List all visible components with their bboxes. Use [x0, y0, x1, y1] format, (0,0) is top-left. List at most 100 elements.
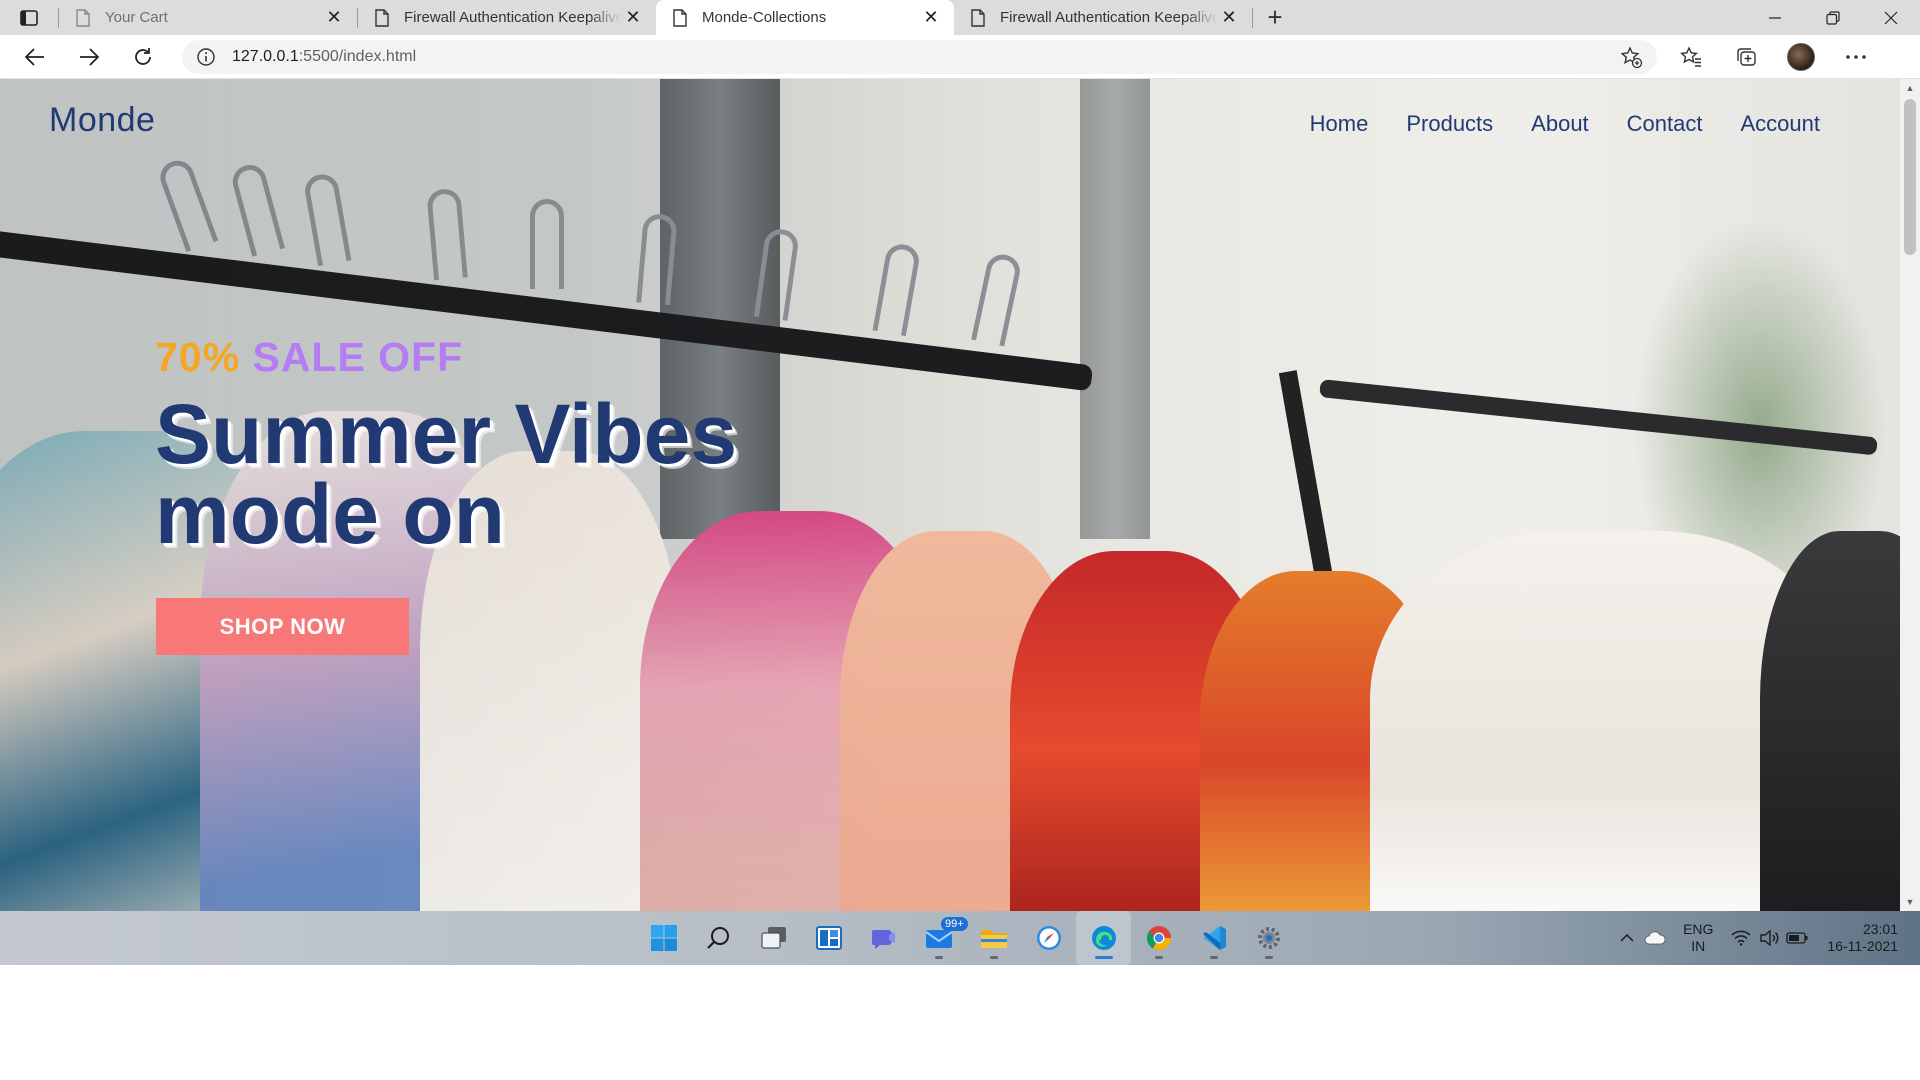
show-hidden-icons-button[interactable] [1613, 933, 1641, 943]
info-icon[interactable] [196, 47, 216, 67]
refresh-button[interactable] [116, 35, 170, 79]
tab-actions-button[interactable] [0, 0, 58, 35]
nav-link-home[interactable]: Home [1310, 111, 1369, 137]
edge-button[interactable] [1076, 911, 1131, 965]
taskbar: 99+ ENG IN 23:01 16-11-2021 [0, 911, 1920, 965]
widgets-button[interactable] [801, 911, 856, 965]
system-tray: ENG IN 23:01 16-11-2021 [1613, 911, 1920, 965]
tab-title: Monde-Collections [702, 9, 827, 26]
clock-time: 23:01 [1862, 921, 1898, 937]
close-window-button[interactable] [1862, 0, 1920, 35]
running-indicator [1094, 956, 1113, 959]
tab-firewall-1[interactable]: Firewall Authentication Keepalive ✕ [358, 0, 656, 35]
clothes-rail [1319, 379, 1878, 456]
scrollbar-thumb[interactable] [1904, 99, 1916, 255]
region-code: IN [1691, 938, 1706, 954]
tab-firewall-2[interactable]: Firewall Authentication Keepalive ✕ [954, 0, 1252, 35]
scroll-down-icon[interactable]: ▼ [1900, 893, 1920, 911]
back-button[interactable] [8, 35, 62, 79]
volume-button[interactable] [1755, 930, 1783, 946]
running-indicator [989, 956, 998, 959]
nav-link-products[interactable]: Products [1406, 111, 1493, 137]
clock-date: 16-11-2021 [1827, 938, 1898, 954]
close-icon[interactable]: ✕ [920, 7, 942, 28]
windows-start-icon [650, 925, 677, 951]
nav-link-account[interactable]: Account [1741, 111, 1821, 137]
mail-badge: 99+ [941, 917, 968, 931]
clock[interactable]: 23:01 16-11-2021 [1827, 921, 1898, 955]
volume-icon [1760, 930, 1779, 946]
tab-your-cart[interactable]: Your Cart ✕ [59, 0, 357, 35]
scroll-up-icon[interactable]: ▲ [1900, 79, 1920, 97]
wifi-icon [1731, 930, 1751, 946]
taskbar-search-button[interactable] [691, 911, 746, 965]
task-view-icon [760, 927, 786, 949]
favorites-icon [1679, 45, 1701, 67]
running-indicator [1154, 956, 1163, 959]
page-icon [375, 8, 389, 27]
nav-link-about[interactable]: About [1531, 111, 1589, 137]
language-code: ENG [1683, 921, 1714, 937]
avatar [1786, 42, 1815, 71]
edge-icon [1091, 926, 1116, 950]
nav-link-contact[interactable]: Contact [1627, 111, 1703, 137]
close-icon[interactable]: ✕ [622, 7, 644, 28]
teams-chat-button[interactable] [856, 911, 911, 965]
vertical-scrollbar[interactable]: ▲ ▼ [1900, 79, 1920, 911]
headline-line-1: Summer Vibes [155, 387, 738, 481]
arrow-right-icon [80, 47, 99, 66]
profile-button[interactable] [1773, 35, 1828, 79]
settings-more-button[interactable] [1828, 35, 1883, 79]
taskbar-apps: 99+ [636, 911, 1296, 965]
cloud-icon [1644, 931, 1666, 945]
address-bar[interactable]: 127.0.0.1:5500/index.html [182, 39, 1657, 74]
file-explorer-icon [980, 930, 1007, 948]
onedrive-button[interactable] [1641, 931, 1669, 945]
task-view-button[interactable] [746, 911, 801, 965]
search-icon [706, 927, 729, 949]
url-path: :5500/index.html [298, 47, 417, 65]
start-button[interactable] [636, 911, 691, 965]
widgets-icon [815, 926, 842, 950]
safari-icon [1036, 926, 1061, 950]
background-pillar [1080, 79, 1150, 539]
url-text[interactable]: 127.0.0.1:5500/index.html [232, 48, 1619, 66]
network-button[interactable] [1727, 930, 1755, 946]
vscode-button[interactable] [1186, 911, 1241, 965]
running-indicator [1264, 956, 1273, 959]
close-icon[interactable]: ✕ [1218, 7, 1240, 28]
forward-button[interactable] [62, 35, 116, 79]
minimize-icon [1769, 16, 1781, 19]
teams-chat-icon [871, 930, 895, 949]
tab-title: Firewall Authentication Keepalive [1000, 9, 1218, 26]
close-icon[interactable]: ✕ [323, 7, 345, 28]
sale-text: SALE OFF [252, 334, 464, 380]
settings-button[interactable] [1241, 911, 1296, 965]
input-language[interactable]: ENG IN [1683, 921, 1713, 955]
collections-icon [1736, 47, 1756, 66]
new-tab-button[interactable]: + [1253, 0, 1297, 35]
close-icon [1884, 11, 1898, 24]
file-explorer-button[interactable] [966, 911, 1021, 965]
collections-button[interactable] [1718, 35, 1773, 79]
add-favorite-icon[interactable] [1619, 45, 1643, 69]
running-indicator [1209, 956, 1218, 959]
safari-button[interactable] [1021, 911, 1076, 965]
page-icon [971, 8, 985, 27]
tab-title: Firewall Authentication Keepalive [404, 9, 622, 26]
tab-actions-icon [20, 9, 38, 26]
page-icon [76, 8, 90, 27]
shop-now-button[interactable]: SHOP NOW [156, 598, 409, 655]
address-bar-row: 127.0.0.1:5500/index.html [0, 35, 1920, 79]
minimize-button[interactable] [1746, 0, 1804, 35]
restore-button[interactable] [1804, 0, 1862, 35]
tab-monde-collections[interactable]: Monde-Collections ✕ [656, 0, 954, 35]
favorites-button[interactable] [1663, 35, 1718, 79]
tab-strip: Your Cart ✕ Firewall Authentication Keep… [0, 0, 1920, 35]
battery-button[interactable] [1783, 932, 1811, 944]
toolbar-right [1663, 35, 1883, 79]
site-logo[interactable]: Monde [49, 101, 155, 140]
chrome-button[interactable] [1131, 911, 1186, 965]
mail-button[interactable]: 99+ [911, 911, 968, 965]
page-viewport: Monde Home Products About Contact Accoun… [0, 79, 1920, 911]
